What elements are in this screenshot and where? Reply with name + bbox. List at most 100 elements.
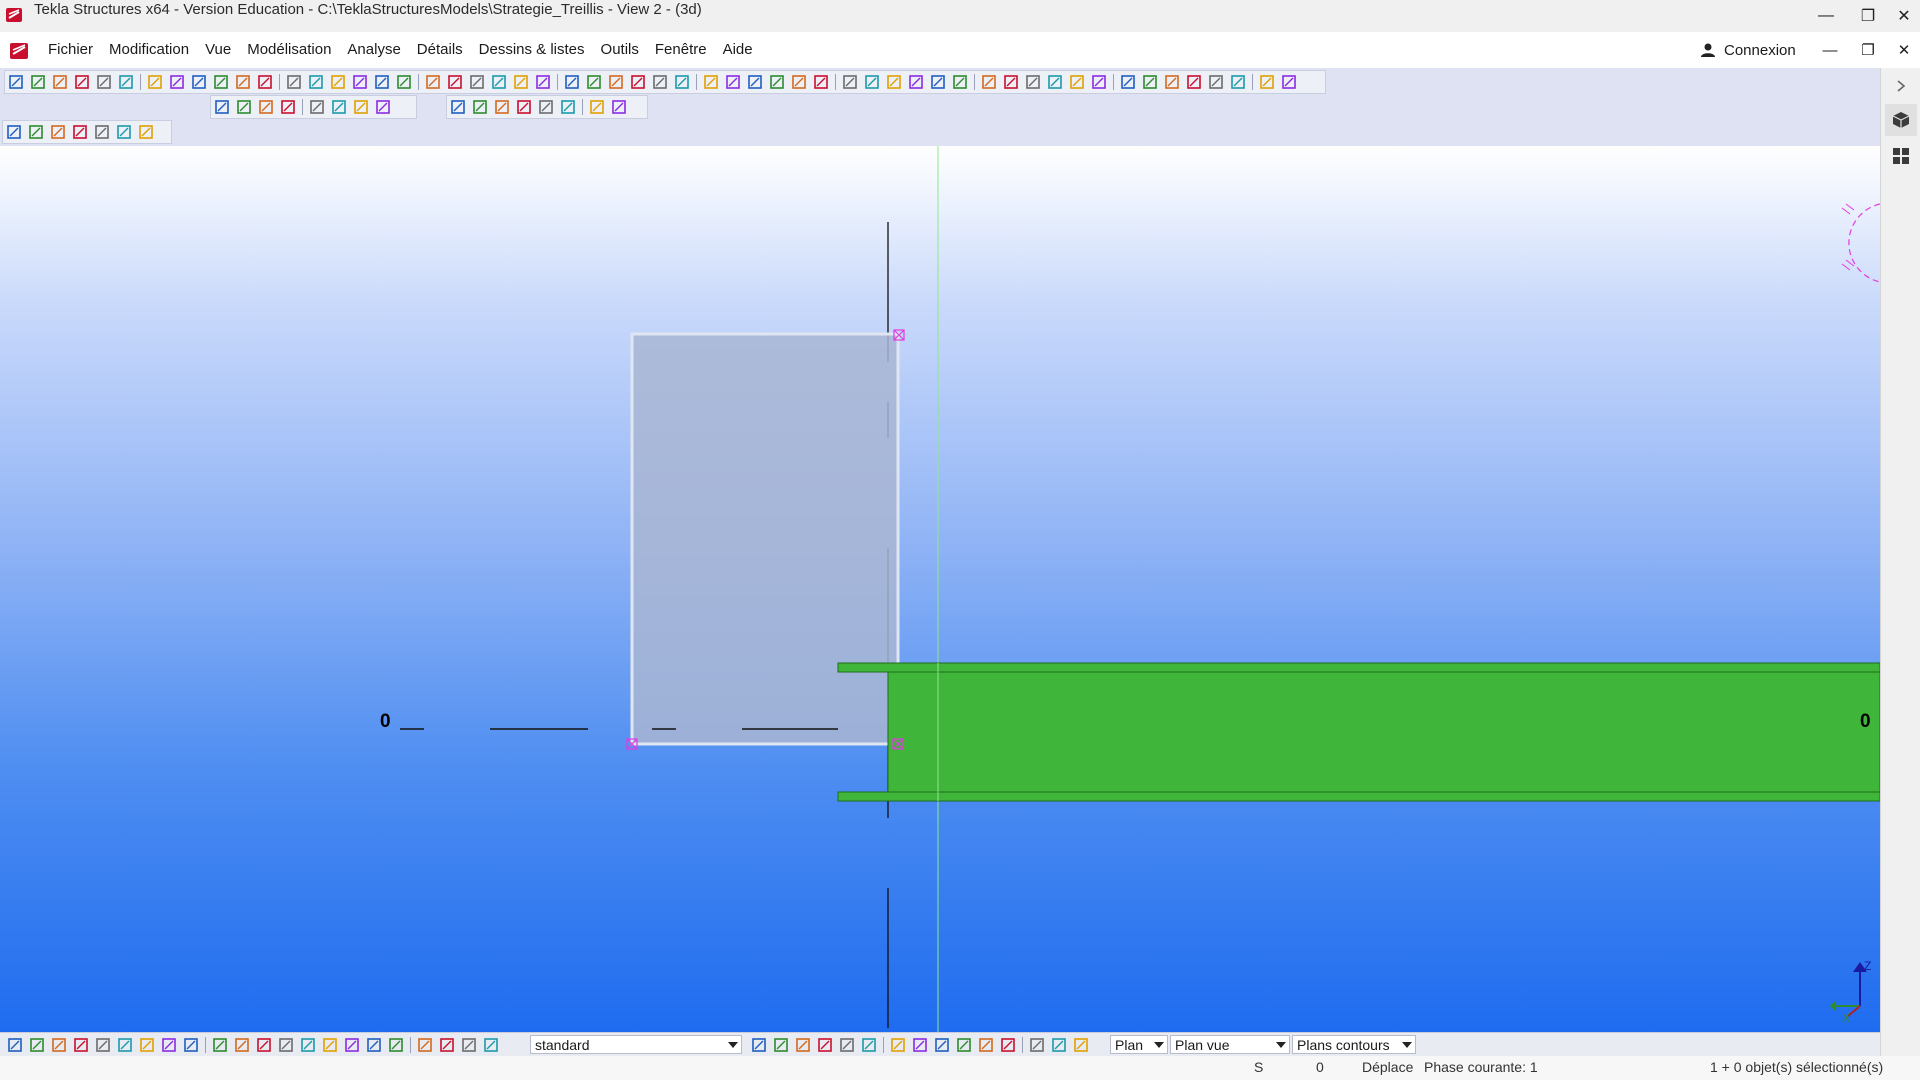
toolbar-tool-icon[interactable] — [1028, 1036, 1046, 1054]
toolbar-tool-icon[interactable] — [863, 73, 881, 91]
toolbar-tool-icon[interactable] — [629, 73, 647, 91]
model-canvas[interactable]: Z X — [0, 146, 1880, 1032]
login-button[interactable]: Connexion — [1700, 32, 1796, 68]
toolbar-tool-icon[interactable] — [1002, 73, 1020, 91]
toolbar-tool-icon[interactable] — [673, 73, 691, 91]
toolbar-tool-icon[interactable] — [977, 1036, 995, 1054]
toolbar-tool-icon[interactable] — [1072, 1036, 1090, 1054]
toolbar-tool-icon[interactable] — [235, 98, 253, 116]
toolbar-tool-icon[interactable] — [116, 1036, 134, 1054]
toolbar-tool-icon[interactable] — [588, 98, 606, 116]
toolbar-tool-icon[interactable] — [746, 73, 764, 91]
toolbar-tool-icon[interactable] — [95, 73, 113, 91]
toolbar-tool-icon[interactable] — [256, 73, 274, 91]
toolbar-tool-icon[interactable] — [933, 1036, 951, 1054]
toolbar-tool-icon[interactable] — [482, 1036, 500, 1054]
toolbar-tool-icon[interactable] — [772, 1036, 790, 1054]
toolbar-tool-icon[interactable] — [395, 73, 413, 91]
toolbar-tool-icon[interactable] — [416, 1036, 434, 1054]
toolbar-tool-icon[interactable] — [438, 1036, 456, 1054]
toolbar-tool-icon[interactable] — [374, 98, 392, 116]
model-viewport[interactable]: Z X 0 0 — [0, 146, 1880, 1032]
toolbar-tool-icon[interactable] — [233, 1036, 251, 1054]
menu-vue[interactable]: Vue — [197, 32, 239, 68]
toolbar-tool-icon[interactable] — [816, 1036, 834, 1054]
toolbar-tool-icon[interactable] — [911, 1036, 929, 1054]
toolbar-tool-icon[interactable] — [534, 73, 552, 91]
toolbar-tool-icon[interactable] — [999, 1036, 1017, 1054]
toolbar-tool-icon[interactable] — [812, 73, 830, 91]
toolbar-tool-icon[interactable] — [490, 73, 508, 91]
apps-grid-icon[interactable] — [1885, 140, 1917, 172]
toolbar-tool-icon[interactable] — [1207, 73, 1225, 91]
minimize-icon[interactable]: — — [1806, 0, 1846, 32]
toolbar-tool-icon[interactable] — [841, 73, 859, 91]
toolbar-tool-icon[interactable] — [790, 73, 808, 91]
toolbar-tool-icon[interactable] — [307, 73, 325, 91]
toolbar-tool-icon[interactable] — [212, 73, 230, 91]
filter-combo[interactable]: standard — [530, 1035, 742, 1054]
toolbar-tool-icon[interactable] — [277, 1036, 295, 1054]
toolbar-tool-icon[interactable] — [515, 98, 533, 116]
toolbar-tool-icon[interactable] — [73, 73, 91, 91]
mdi-close-icon[interactable]: ✕ — [1886, 32, 1920, 68]
toolbar-tool-icon[interactable] — [51, 73, 69, 91]
toolbar-tool-icon[interactable] — [211, 1036, 229, 1054]
3d-cube-icon[interactable] — [1885, 104, 1917, 136]
restore-icon[interactable]: ❐ — [1848, 0, 1888, 32]
toolbar-tool-icon[interactable] — [1024, 73, 1042, 91]
toolbar-tool-icon[interactable] — [794, 1036, 812, 1054]
toolbar-tool-icon[interactable] — [1068, 73, 1086, 91]
close-icon[interactable]: ✕ — [1884, 0, 1920, 32]
toolbar-tool-icon[interactable] — [255, 1036, 273, 1054]
toolbar-tool-icon[interactable] — [471, 98, 489, 116]
menu-dessins-listes[interactable]: Dessins & listes — [471, 32, 593, 68]
menu-details[interactable]: Détails — [409, 32, 471, 68]
toolbar-tool-icon[interactable] — [365, 1036, 383, 1054]
toolbar-tool-icon[interactable] — [373, 73, 391, 91]
toolbar-tool-icon[interactable] — [702, 73, 720, 91]
chevron-right-icon[interactable] — [1885, 70, 1917, 102]
toolbar-tool-icon[interactable] — [559, 98, 577, 116]
toolbar-tool-icon[interactable] — [138, 1036, 156, 1054]
toolbar-tool-icon[interactable] — [94, 1036, 112, 1054]
toolbar-tool-icon[interactable] — [860, 1036, 878, 1054]
toolbar-tool-icon[interactable] — [951, 73, 969, 91]
toolbar-tool-icon[interactable] — [1185, 73, 1203, 91]
toolbar-tool-icon[interactable] — [5, 123, 23, 141]
tekla-menu-logo-icon[interactable] — [8, 40, 30, 62]
toolbar-tool-icon[interactable] — [889, 1036, 907, 1054]
toolbar-tool-icon[interactable] — [750, 1036, 768, 1054]
toolbar-tool-icon[interactable] — [493, 98, 511, 116]
toolbar-tool-icon[interactable] — [115, 123, 133, 141]
toolbar-tool-icon[interactable] — [7, 73, 25, 91]
toolbar-tool-icon[interactable] — [28, 1036, 46, 1054]
toolbar-tool-icon[interactable] — [460, 1036, 478, 1054]
toolbar-tool-icon[interactable] — [351, 73, 369, 91]
toolbar-tool-icon[interactable] — [1050, 1036, 1068, 1054]
toolbar-tool-icon[interactable] — [1280, 73, 1298, 91]
toolbar-tool-icon[interactable] — [449, 98, 467, 116]
menu-modelisation[interactable]: Modélisation — [239, 32, 339, 68]
toolbar-tool-icon[interactable] — [1141, 73, 1159, 91]
toolbar-tool-icon[interactable] — [468, 73, 486, 91]
toolbar-tool-icon[interactable] — [651, 73, 669, 91]
toolbar-tool-icon[interactable] — [352, 98, 370, 116]
toolbar-tool-icon[interactable] — [146, 73, 164, 91]
toolbar-tool-icon[interactable] — [50, 1036, 68, 1054]
toolbar-tool-icon[interactable] — [279, 98, 297, 116]
toolbar-tool-icon[interactable] — [424, 73, 442, 91]
toolbar-tool-icon[interactable] — [329, 73, 347, 91]
toolbar-tool-icon[interactable] — [27, 123, 45, 141]
toolbar-tool-icon[interactable] — [563, 73, 581, 91]
mdi-restore-icon[interactable]: ❐ — [1850, 32, 1886, 68]
toolbar-tool-icon[interactable] — [585, 73, 603, 91]
menu-fenetre[interactable]: Fenêtre — [647, 32, 715, 68]
toolbar-tool-icon[interactable] — [838, 1036, 856, 1054]
contour-combo[interactable]: Plans contours — [1292, 1035, 1416, 1054]
toolbar-tool-icon[interactable] — [49, 123, 67, 141]
toolbar-tool-icon[interactable] — [117, 73, 135, 91]
toolbar-tool-icon[interactable] — [610, 98, 628, 116]
toolbar-tool-icon[interactable] — [446, 73, 464, 91]
toolbar-tool-icon[interactable] — [1258, 73, 1276, 91]
